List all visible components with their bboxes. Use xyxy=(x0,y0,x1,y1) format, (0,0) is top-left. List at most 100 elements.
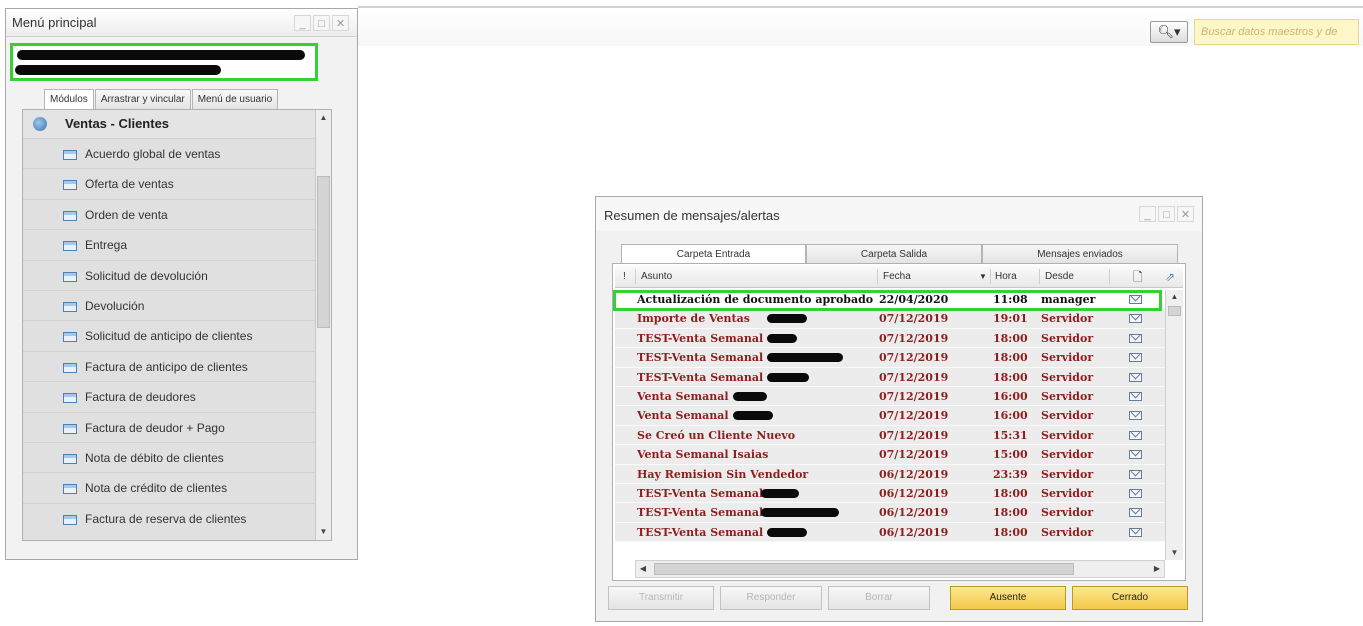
menu-item-solicitud-de-anticipo[interactable]: Solicitud de anticipo de clientes xyxy=(23,320,331,350)
column-priority[interactable]: ! xyxy=(623,266,626,288)
envelope-icon xyxy=(1129,391,1142,401)
module-section-label: Ventas - Clientes xyxy=(65,116,170,131)
maximize-icon[interactable]: □ xyxy=(1158,206,1175,222)
cell-desde: Servidor xyxy=(1041,467,1094,481)
table-row[interactable]: TEST-Venta Semanal 07/12/2019 18:00 Serv… xyxy=(615,328,1165,349)
tab-carpeta-salida[interactable]: Carpeta Salida xyxy=(806,244,982,264)
menu-item-nota-de-credito[interactable]: Nota de crédito de clientes xyxy=(23,472,331,502)
menu-item-nota-de-debito[interactable]: Nota de débito de clientes xyxy=(23,441,331,472)
ausente-button[interactable]: Ausente xyxy=(950,586,1066,610)
cell-hora: 16:00 xyxy=(993,409,1028,423)
form-icon xyxy=(63,150,77,160)
main-menu-tabs: Módulos Arrastrar y vincular Menú de usu… xyxy=(44,89,279,109)
table-row[interactable]: Se Creó un Cliente Nuevo 07/12/2019 15:3… xyxy=(615,425,1165,446)
chevron-down-icon: ▾ xyxy=(1173,24,1181,39)
cell-hora: 19:01 xyxy=(993,312,1028,326)
alerts-tabs: Carpeta Entrada Carpeta Salida Mensajes … xyxy=(621,244,1178,264)
module-list-scrollbar[interactable]: ▲ ▼ xyxy=(315,110,331,540)
scroll-left-icon[interactable]: ◀ xyxy=(636,561,650,577)
menu-item-factura-de-deudor-pago[interactable]: Factura de deudor + Pago xyxy=(23,411,331,442)
transmitir-button[interactable]: Transmitir xyxy=(608,586,714,610)
table-row[interactable]: Importe de Ventas 07/12/2019 19:01 Servi… xyxy=(615,309,1165,329)
search-button[interactable]: 🔍︎▾ xyxy=(1150,21,1188,43)
cell-fecha: 06/12/2019 xyxy=(879,506,949,520)
column-hora[interactable]: Hora xyxy=(995,266,1017,288)
table-row[interactable]: TEST-Venta Semanal 07/12/2019 18:00 Serv… xyxy=(615,367,1165,387)
table-row[interactable]: TEST-Venta Semanal 06/12/2019 18:00 Serv… xyxy=(615,483,1165,504)
cell-asunto: Actualización de documento aprobado xyxy=(637,293,873,306)
minimize-icon[interactable]: _ xyxy=(294,15,311,31)
cell-fecha: 07/12/2019 xyxy=(879,428,949,442)
menu-item-solicitud-de-devolucion[interactable]: Solicitud de devolución xyxy=(23,259,331,290)
cerrado-button[interactable]: Cerrado xyxy=(1072,586,1188,610)
tab-menu-de-usuario[interactable]: Menú de usuario xyxy=(191,89,279,109)
cell-fecha: 07/12/2019 xyxy=(879,370,949,384)
scrollbar-thumb[interactable] xyxy=(317,176,330,328)
table-row[interactable]: TEST-Venta Semanal 07/12/2019 18:00 Serv… xyxy=(615,348,1165,368)
table-row[interactable]: Venta Semanal 07/12/2019 16:00 Servidor xyxy=(615,406,1165,426)
maximize-icon[interactable]: □ xyxy=(313,15,330,31)
column-fecha[interactable]: Fecha xyxy=(883,266,911,288)
cell-fecha: 22/04/2020 xyxy=(879,293,949,306)
column-asunto[interactable]: Asunto xyxy=(641,266,672,288)
close-icon[interactable]: ✕ xyxy=(332,15,349,31)
cell-asunto: TEST-Venta Semanal xyxy=(637,370,764,384)
messages-vertical-scrollbar[interactable]: ▲ ▼ xyxy=(1165,290,1183,560)
column-desde[interactable]: Desde xyxy=(1045,266,1074,288)
menu-item-factura-de-reserva[interactable]: Factura de reserva de clientes xyxy=(23,502,331,533)
redacted-text xyxy=(767,314,807,324)
envelope-icon xyxy=(1129,314,1142,324)
table-row[interactable]: Hay Remision Sin Vendedor 06/12/2019 23:… xyxy=(615,464,1165,484)
tab-mensajes-enviados[interactable]: Mensajes enviados xyxy=(982,244,1178,264)
redacted-text xyxy=(761,508,839,518)
menu-item-oferta-de-ventas[interactable]: Oferta de ventas xyxy=(23,168,331,198)
table-row[interactable]: TEST-Venta Semanal 06/12/2019 18:00 Serv… xyxy=(615,522,1165,543)
scroll-down-icon[interactable]: ▼ xyxy=(1166,546,1183,560)
message-rows: Actualización de documento aprobado 22/0… xyxy=(615,290,1165,543)
borrar-button[interactable]: Borrar xyxy=(828,586,930,610)
search-input[interactable]: Buscar datos maestros y de xyxy=(1194,19,1359,45)
sales-module-icon xyxy=(33,117,47,131)
user-info-box xyxy=(10,43,318,81)
menu-item-devolucion[interactable]: Devolución xyxy=(23,289,331,320)
form-icon xyxy=(63,301,77,312)
form-icon xyxy=(63,332,77,343)
minimize-icon[interactable]: _ xyxy=(1139,206,1156,222)
menu-item-label: Factura de reserva de clientes xyxy=(85,511,247,526)
table-row[interactable]: TEST-Venta Semanal 06/12/2019 18:00 Serv… xyxy=(615,503,1165,523)
module-section-ventas-clientes[interactable]: Ventas - Clientes xyxy=(23,110,331,138)
cell-asunto: Venta Semanal Isaias xyxy=(637,448,769,462)
close-icon[interactable]: ✕ xyxy=(1177,206,1194,222)
scrollbar-thumb[interactable] xyxy=(654,563,1074,575)
search-icon: 🔍︎ xyxy=(1157,24,1174,39)
scrollbar-thumb[interactable] xyxy=(1168,306,1181,316)
scroll-right-icon[interactable]: ▶ xyxy=(1150,561,1164,577)
menu-item-acuerdo-global-de-ventas[interactable]: Acuerdo global de ventas xyxy=(23,138,331,168)
menu-item-orden-de-venta[interactable]: Orden de venta xyxy=(23,198,331,229)
envelope-icon xyxy=(1129,353,1142,363)
scroll-down-icon[interactable]: ▼ xyxy=(316,524,331,540)
messages-horizontal-scrollbar[interactable]: ◀ ▶ xyxy=(635,560,1165,578)
tab-carpeta-entrada[interactable]: Carpeta Entrada xyxy=(621,244,806,264)
table-row[interactable]: Actualización de documento aprobado 22/0… xyxy=(615,290,1165,310)
cell-fecha: 07/12/2019 xyxy=(879,409,949,423)
cell-hora: 18:00 xyxy=(993,525,1028,539)
menu-item-factura-de-deudores[interactable]: Factura de deudores xyxy=(23,381,331,411)
form-icon xyxy=(63,453,77,464)
cell-asunto: TEST-Venta Semanal xyxy=(637,525,764,539)
menu-item-entrega[interactable]: Entrega xyxy=(23,229,331,259)
envelope-icon xyxy=(1129,508,1142,518)
table-row[interactable]: Venta Semanal Isaias 07/12/2019 15:00 Se… xyxy=(615,445,1165,465)
expand-icon[interactable]: ⇗ xyxy=(1165,266,1175,288)
main-menu-titlebar: Menú principal _ □ ✕ xyxy=(6,9,357,37)
scroll-up-icon[interactable]: ▲ xyxy=(1166,290,1183,304)
scroll-up-icon[interactable]: ▲ xyxy=(316,110,331,126)
responder-button[interactable]: Responder xyxy=(720,586,822,610)
menu-item-factura-de-anticipo[interactable]: Factura de anticipo de clientes xyxy=(23,350,331,381)
tab-modulos[interactable]: Módulos xyxy=(44,89,94,109)
cell-asunto: Hay Remision Sin Vendedor xyxy=(637,467,809,481)
tab-arrastrar-y-vincular[interactable]: Arrastrar y vincular xyxy=(94,89,191,109)
redacted-text xyxy=(733,411,773,421)
cell-fecha: 06/12/2019 xyxy=(879,467,949,481)
table-row[interactable]: Venta Semanal 07/12/2019 16:00 Servidor xyxy=(615,386,1165,407)
